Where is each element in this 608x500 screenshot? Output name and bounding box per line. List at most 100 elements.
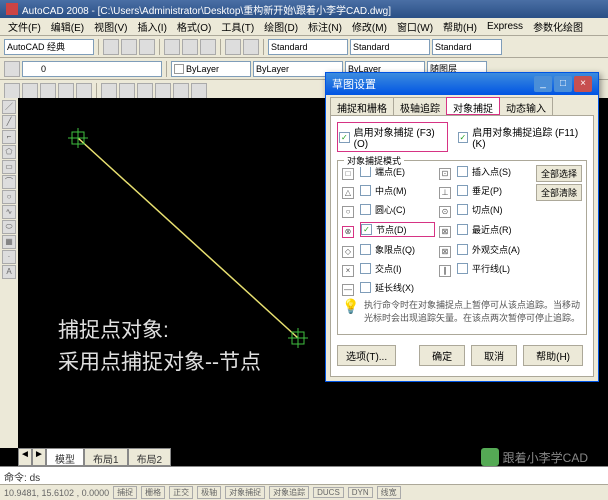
rect-icon[interactable] <box>76 83 92 99</box>
color-combo[interactable]: ByLayer <box>171 61 251 77</box>
undo-icon[interactable] <box>225 39 241 55</box>
snap-parallel[interactable]: 平行线(L) <box>457 262 532 275</box>
cancel-button[interactable]: 取消 <box>471 345 517 366</box>
menu-window[interactable]: 窗口(W) <box>393 18 437 35</box>
copy-icon[interactable] <box>182 39 198 55</box>
arc-tool-icon[interactable]: ⌒ <box>2 175 16 189</box>
minimize-icon[interactable]: _ <box>534 76 552 92</box>
menu-view[interactable]: 视图(V) <box>90 18 131 35</box>
snap-center[interactable]: 圆心(C) <box>360 203 435 216</box>
ok-button[interactable]: 确定 <box>419 345 465 366</box>
circle-tool-icon[interactable]: ○ <box>2 190 16 204</box>
cut-icon[interactable] <box>164 39 180 55</box>
polygon-tool-icon[interactable]: ⬠ <box>2 145 16 159</box>
mode-lwt[interactable]: 线宽 <box>377 486 401 499</box>
command-line[interactable]: 命令: ds <box>0 466 608 484</box>
rotate-icon[interactable] <box>137 83 153 99</box>
copy2-icon[interactable] <box>119 83 135 99</box>
textstyle-combo[interactable]: Standard <box>350 39 430 55</box>
options-button[interactable]: 选项(T)... <box>337 345 396 366</box>
menu-help[interactable]: 帮助(H) <box>439 18 481 35</box>
status-bar: 10.9481, 15.6102 , 0.0000 捕捉 栅格 正交 极轴 对象… <box>0 484 608 500</box>
menu-modify[interactable]: 修改(M) <box>348 18 391 35</box>
tab-nav-next[interactable]: ► <box>32 448 46 466</box>
snap-nearest[interactable]: 最近点(R) <box>457 223 532 236</box>
snap-apparent[interactable]: 外观交点(A) <box>457 243 532 256</box>
layer-icon[interactable] <box>4 61 20 77</box>
new-icon[interactable] <box>103 39 119 55</box>
command-input[interactable]: ds <box>30 473 41 484</box>
menu-file[interactable]: 文件(F) <box>4 18 45 35</box>
hatch-tool-icon[interactable]: ▦ <box>2 235 16 249</box>
tab-snap-grid[interactable]: 捕捉和栅格 <box>330 97 394 115</box>
tab-polar[interactable]: 极轴追踪 <box>393 97 447 115</box>
ellipse-tool-icon[interactable]: ⬭ <box>2 220 16 234</box>
circle-icon[interactable] <box>40 83 56 99</box>
mode-polar[interactable]: 极轴 <box>197 486 221 499</box>
mode-ducs[interactable]: DUCS <box>313 487 344 498</box>
tab-layout1[interactable]: 布局1 <box>84 448 128 466</box>
xline-tool-icon[interactable]: ╱ <box>2 115 16 129</box>
tab-osnap[interactable]: 对象捕捉 <box>446 97 500 115</box>
text-tool-icon[interactable]: A <box>2 265 16 279</box>
menu-parametric[interactable]: 参数化绘图 <box>529 18 587 35</box>
mirror-icon[interactable] <box>173 83 189 99</box>
tab-layout2[interactable]: 布局2 <box>128 448 172 466</box>
line-tool-icon[interactable]: ／ <box>2 100 16 114</box>
dialog-titlebar[interactable]: 草图设置 _ □ × <box>326 73 598 95</box>
tablestyle-combo[interactable]: Standard <box>432 39 502 55</box>
menu-insert[interactable]: 插入(I) <box>133 18 170 35</box>
line-icon[interactable] <box>4 83 20 99</box>
coordinates: 10.9481, 15.6102 , 0.0000 <box>4 488 109 498</box>
snap-node[interactable]: ✓节点(D) <box>360 222 435 237</box>
tab-dyn-input[interactable]: 动态输入 <box>499 97 553 115</box>
mode-snap[interactable]: 捕捉 <box>113 486 137 499</box>
paste-icon[interactable] <box>200 39 216 55</box>
tab-model[interactable]: 模型 <box>46 448 84 466</box>
save-icon[interactable] <box>139 39 155 55</box>
drawn-line <box>78 138 298 338</box>
workspace-combo[interactable]: AutoCAD 经典 <box>4 39 94 55</box>
menu-tools[interactable]: 工具(T) <box>217 18 258 35</box>
watermark: 跟着小李学CAD <box>481 448 588 466</box>
enable-osnap-checkbox[interactable]: ✓启用对象捕捉 (F3)(O) <box>337 122 448 152</box>
trim-icon[interactable] <box>191 83 207 99</box>
menu-draw[interactable]: 绘图(D) <box>260 18 302 35</box>
menu-dimension[interactable]: 标注(N) <box>304 18 346 35</box>
menu-format[interactable]: 格式(O) <box>173 18 215 35</box>
select-all-button[interactable]: 全部选择 <box>536 165 582 182</box>
enable-otrack-checkbox[interactable]: ✓启用对象捕捉追踪 (F11)(K) <box>458 122 587 152</box>
snap-midpoint[interactable]: 中点(M) <box>360 184 435 197</box>
tab-nav-prev[interactable]: ◄ <box>18 448 32 466</box>
spline-tool-icon[interactable]: ∿ <box>2 205 16 219</box>
rect-tool-icon[interactable]: ▭ <box>2 160 16 174</box>
scale-icon[interactable] <box>155 83 171 99</box>
snap-perpendicular[interactable]: 垂足(P) <box>457 184 532 197</box>
snap-tangent[interactable]: 切点(N) <box>457 203 532 216</box>
menu-express[interactable]: Express <box>483 20 527 33</box>
layer-combo[interactable]: 0 <box>22 61 162 77</box>
mode-grid[interactable]: 栅格 <box>141 486 165 499</box>
point-tool-icon[interactable]: · <box>2 250 16 264</box>
snap-quadrant[interactable]: 象限点(Q) <box>360 243 435 256</box>
menu-bar: 文件(F) 编辑(E) 视图(V) 插入(I) 格式(O) 工具(T) 绘图(D… <box>0 18 608 36</box>
mode-dyn[interactable]: DYN <box>348 487 373 498</box>
mode-osnap[interactable]: 对象捕捉 <box>225 486 265 499</box>
open-icon[interactable] <box>121 39 137 55</box>
redo-icon[interactable] <box>243 39 259 55</box>
dimstyle-combo[interactable]: Standard <box>268 39 348 55</box>
arc-icon[interactable] <box>58 83 74 99</box>
close-icon[interactable]: × <box>574 76 592 92</box>
snap-intersection[interactable]: 交点(I) <box>360 262 435 275</box>
clear-all-button[interactable]: 全部清除 <box>536 184 582 201</box>
help-button[interactable]: 帮助(H) <box>523 345 583 366</box>
mode-otrack[interactable]: 对象追踪 <box>269 486 309 499</box>
mode-ortho[interactable]: 正交 <box>169 486 193 499</box>
move-icon[interactable] <box>101 83 117 99</box>
snap-insertion[interactable]: 插入点(S) <box>457 165 532 178</box>
maximize-icon[interactable]: □ <box>554 76 572 92</box>
snap-extension[interactable]: 延长线(X) <box>360 281 435 294</box>
menu-edit[interactable]: 编辑(E) <box>47 18 88 35</box>
pline-tool-icon[interactable]: ⌐ <box>2 130 16 144</box>
pline-icon[interactable] <box>22 83 38 99</box>
